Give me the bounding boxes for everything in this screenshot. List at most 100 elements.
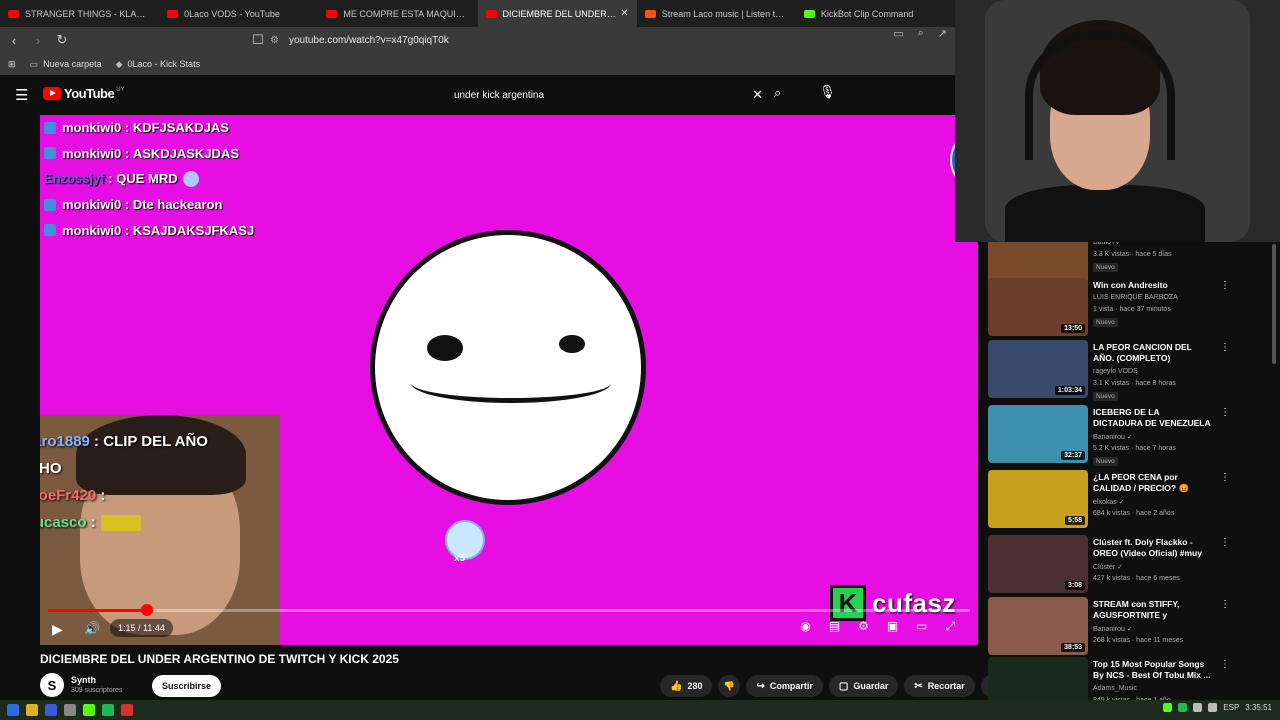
channel-name[interactable]: LUIS ENRIQUE BARBOZA	[1093, 294, 1178, 301]
start-icon[interactable]	[7, 704, 19, 716]
recommended-video[interactable]: Top 15 Most Popular Songs By NCS - Best …	[988, 657, 1268, 700]
youtube-icon	[8, 9, 19, 18]
video-title[interactable]: Top 15 Most Popular Songs By NCS - Best …	[1093, 659, 1211, 681]
video-thumbnail[interactable]: 3:08	[988, 535, 1088, 593]
clip-button[interactable]: ✂ Recortar	[904, 675, 975, 697]
video-thumbnail[interactable]: 13:50	[988, 278, 1088, 336]
file-explorer-icon[interactable]	[26, 704, 38, 716]
video-title[interactable]: ICEBERG DE LA DICTADURA DE VENEZUELA💀	[1093, 407, 1211, 429]
like-button[interactable]: 👍 280	[660, 675, 713, 697]
more-options-icon[interactable]: ⋮	[1220, 342, 1230, 353]
channel-name[interactable]: elxokas ✓	[1093, 498, 1125, 506]
channel-name[interactable]: Bananirou ✓	[1093, 625, 1133, 633]
video-thumbnail[interactable]	[988, 657, 1088, 700]
channel-name[interactable]: BauloTV	[1093, 242, 1120, 246]
subtitles-icon[interactable]: ▤	[827, 619, 842, 634]
clear-search-icon[interactable]: ✕	[752, 87, 763, 103]
channel-name[interactable]: rageylo VODS	[1093, 368, 1138, 375]
volume-icon[interactable]: 🔊	[84, 621, 100, 637]
obs-icon[interactable]	[64, 704, 76, 716]
scrollbar[interactable]	[1271, 242, 1277, 700]
play-button[interactable]: ▶	[52, 621, 63, 638]
settings-icon[interactable]: ⚙	[856, 619, 871, 634]
video-player[interactable]: monkiwi0 : KDFJSAKDJAS monkiwi0 : ASKDJA…	[40, 115, 978, 645]
bookmark-label: Nueva carpeta	[43, 59, 102, 69]
tray-app-icon[interactable]	[1163, 703, 1173, 712]
more-options-icon[interactable]: ⋮	[1220, 472, 1230, 483]
save-button[interactable]: ▢ Guardar	[828, 675, 899, 697]
recommended-video[interactable]: 5:58 ¿LA PEOR CENA por CALIDAD / PRECIO? …	[988, 470, 1268, 530]
apps-icon[interactable]: ⊞	[8, 59, 16, 70]
recommended-video[interactable]: 38:53 STREAM con STIFFY, AGUSFORTNITE y T…	[988, 597, 1268, 657]
video-thumbnail[interactable]: 32:37	[988, 405, 1088, 463]
video-title[interactable]: Win con Andresito	[1093, 280, 1211, 291]
miniplayer-icon[interactable]: ▣	[885, 619, 900, 634]
forward-icon[interactable]: ›	[28, 33, 48, 48]
youtube-logo[interactable]: YouTube UY	[43, 86, 125, 101]
share-icon[interactable]: ↗	[938, 27, 947, 40]
more-options-icon[interactable]: ⋮	[1220, 659, 1230, 670]
browser-tab[interactable]: KickBot Clip Command	[796, 0, 955, 27]
autoplay-toggle-icon[interactable]: ◉	[798, 619, 813, 634]
progress-bar[interactable]	[48, 604, 970, 616]
browser-tab[interactable]: ME COMPRE ESTA MAQUINA PARA	[318, 0, 477, 27]
clock[interactable]: 3:35:51	[1245, 703, 1272, 712]
search-icon[interactable]: ⌕	[774, 85, 781, 101]
chat-user: monkiwi0	[62, 222, 122, 238]
bookmark-label: 0Laco - Kick Stats	[127, 59, 201, 69]
fullscreen-icon[interactable]: ⤢	[943, 619, 958, 634]
video-thumbnail[interactable]: 5:58	[988, 470, 1088, 528]
volume-icon[interactable]	[1208, 703, 1218, 712]
browser-tab[interactable]: STRANGER THINGS - KLAN (PROD B	[0, 0, 159, 27]
cast-icon[interactable]: ▭	[893, 27, 903, 40]
close-tab-icon[interactable]: ✕	[620, 8, 628, 19]
channel-name[interactable]: Adams_Music	[1093, 685, 1137, 692]
spotify-icon[interactable]	[102, 704, 114, 716]
bookmark-icon[interactable]: ☐	[248, 32, 268, 48]
scrollbar-thumb[interactable]	[1272, 244, 1276, 364]
video-title[interactable]: LA PEOR CANCION DEL AÑO. (COMPLETO)	[1093, 342, 1211, 364]
search-input[interactable]: under kick argentina ✕	[446, 82, 771, 108]
video-thumbnail[interactable]: 1:03:34	[988, 340, 1088, 398]
search-value: under kick argentina	[454, 89, 545, 101]
share-button[interactable]: ↪ Compartir	[746, 675, 823, 697]
chat-user: monkiwi0	[62, 197, 122, 213]
recommended-video[interactable]: 1:03:34 LA PEOR CANCION DEL AÑO. (COMPLET…	[988, 340, 1268, 401]
avatar[interactable]: S	[40, 673, 64, 697]
language-indicator[interactable]: ESP	[1223, 703, 1239, 712]
wifi-icon[interactable]	[1193, 703, 1203, 712]
video-title[interactable]: STREAM con STIFFY, AGUSFORTNITE y TURROB…	[1093, 599, 1211, 621]
site-info-icon[interactable]: ⚙	[270, 35, 279, 46]
tray-app-icon[interactable]	[1178, 703, 1188, 712]
bookmark-item[interactable]: ◆ 0Laco - Kick Stats	[116, 59, 200, 70]
recommended-video[interactable]: 13:50 Win con Andresito LUIS ENRIQUE BARBO…	[988, 278, 1268, 338]
back-icon[interactable]: ‹	[4, 33, 24, 48]
more-options-icon[interactable]: ⋮	[1220, 599, 1230, 610]
video-title[interactable]: Clúster ft. Doly Flackko - OREO (Video O…	[1093, 537, 1211, 559]
more-options-icon[interactable]: ⋮	[1220, 537, 1230, 548]
app-icon[interactable]	[121, 704, 133, 716]
browser-tab-active[interactable]: DICIEMBRE DEL UNDER ARGENTI✕	[477, 0, 637, 27]
video-thumbnail[interactable]: 38:53	[988, 597, 1088, 655]
menu-icon[interactable]: ☰	[15, 86, 28, 104]
bookmark-folder[interactable]: ▭ Nueva carpeta	[30, 59, 102, 70]
reload-icon[interactable]: ↻	[52, 32, 72, 48]
video-title[interactable]: ¿LA PEOR CENA por CALIDAD / PRECIO? 😡 Xo…	[1093, 472, 1211, 494]
channel-name[interactable]: Clúster ✓	[1093, 563, 1123, 571]
zoom-icon[interactable]: ⌕	[918, 27, 924, 40]
microphone-icon[interactable]: 🎙	[819, 84, 836, 100]
recommended-video[interactable]: 32:37 ICEBERG DE LA DICTADURA DE VENEZUEL…	[988, 405, 1268, 466]
more-options-icon[interactable]: ⋮	[1220, 280, 1230, 291]
channel-name[interactable]: Synth	[71, 675, 96, 685]
cast-icon[interactable]: ▭	[914, 619, 929, 634]
kick-icon[interactable]	[83, 704, 95, 716]
discord-icon[interactable]	[45, 704, 57, 716]
browser-tab[interactable]: 0Laco VODS - YouTube	[159, 0, 318, 27]
address-bar[interactable]: ⚙ youtube.com/watch?v=x47g0qiqT0k	[270, 30, 960, 50]
dislike-button[interactable]: 👎	[718, 675, 741, 697]
recommended-video[interactable]: 3:08 Clúster ft. Doly Flackko - OREO (Vid…	[988, 535, 1268, 595]
more-options-icon[interactable]: ⋮	[1220, 407, 1230, 418]
channel-name[interactable]: Bananirou ✓	[1093, 433, 1133, 441]
subscribe-button[interactable]: Suscribirse	[152, 675, 222, 697]
browser-tab[interactable]: Stream Laco music | Listen to songs	[637, 0, 796, 27]
